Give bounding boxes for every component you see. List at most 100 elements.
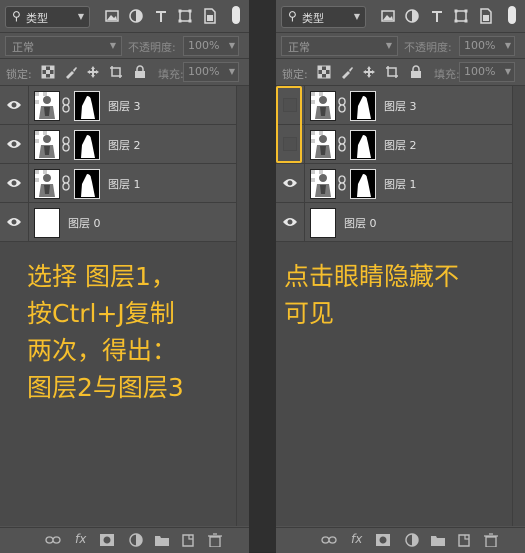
eye-icon[interactable] xyxy=(6,138,22,150)
delete-icon[interactable] xyxy=(207,533,223,547)
annotation-line: 选择 图层1， xyxy=(27,262,176,291)
blend-mode-select[interactable]: 正常 ▼ xyxy=(281,36,398,56)
chevron-down-icon: ▼ xyxy=(353,12,360,21)
eye-icon[interactable] xyxy=(6,216,22,228)
layer-name: 图层 0 xyxy=(344,217,377,230)
layer-mask-thumbnail[interactable] xyxy=(350,130,376,160)
scrollbar[interactable] xyxy=(512,86,525,526)
lock-label: 锁定: xyxy=(6,68,32,81)
layer-mask-thumbnail[interactable] xyxy=(74,130,100,160)
layer-row-1[interactable]: 图层 1 xyxy=(276,164,512,203)
panel-empty-area: 点击眼睛隐藏不 可见 xyxy=(276,242,512,526)
layer-row-2[interactable]: 图层 2 xyxy=(0,125,236,164)
panel-divider xyxy=(249,0,276,552)
smart-object-filter-icon[interactable] xyxy=(478,8,494,24)
visibility-toggle[interactable] xyxy=(276,203,305,241)
layer-thumbnail xyxy=(310,169,336,199)
visibility-toggle[interactable] xyxy=(0,203,29,241)
chevron-down-icon: ▼ xyxy=(504,41,511,50)
delete-icon[interactable] xyxy=(483,533,499,547)
chevron-down-icon: ▼ xyxy=(504,67,511,76)
filter-bar: ⚲ 类型 ▼ xyxy=(0,0,249,33)
lock-position-icon[interactable] xyxy=(86,65,100,79)
layer-mask-thumbnail[interactable] xyxy=(350,91,376,121)
layer-thumbnail xyxy=(34,91,60,121)
layer-row-0[interactable]: 图层 0 xyxy=(0,203,236,242)
opacity-input[interactable]: 100% ▼ xyxy=(459,36,515,56)
adjustment-layer-icon[interactable] xyxy=(128,533,144,547)
shape-filter-icon[interactable] xyxy=(177,8,193,24)
adjustment-filter-icon[interactable] xyxy=(128,8,144,24)
chevron-down-icon: ▼ xyxy=(228,67,235,76)
link-layers-icon[interactable] xyxy=(321,533,337,547)
adjustment-filter-icon[interactable] xyxy=(404,8,420,24)
layer-mask-thumbnail[interactable] xyxy=(350,169,376,199)
eye-icon[interactable] xyxy=(282,216,298,228)
shape-filter-icon[interactable] xyxy=(453,8,469,24)
lock-image-pixels-icon[interactable] xyxy=(340,65,354,79)
visibility-toggle[interactable] xyxy=(0,86,29,124)
lock-transparent-pixels-icon[interactable] xyxy=(41,65,55,79)
lock-position-icon[interactable] xyxy=(362,65,376,79)
layer-row-3[interactable]: 图层 3 xyxy=(0,86,236,125)
filter-type-select[interactable]: ⚲ 类型 ▼ xyxy=(5,6,90,28)
layer-row-0[interactable]: 图层 0 xyxy=(276,203,512,242)
fill-input[interactable]: 100% ▼ xyxy=(183,62,239,82)
eye-icon[interactable] xyxy=(282,177,298,189)
link-icon[interactable] xyxy=(61,136,71,152)
fx-icon[interactable]: fx xyxy=(75,532,86,546)
blend-mode-select[interactable]: 正常 ▼ xyxy=(5,36,122,56)
visibility-toggle[interactable] xyxy=(276,164,305,202)
layer-mask-thumbnail[interactable] xyxy=(74,91,100,121)
adjustment-layer-icon[interactable] xyxy=(404,533,420,547)
layer-thumbnail xyxy=(34,169,60,199)
smart-object-filter-icon[interactable] xyxy=(202,8,218,24)
group-icon[interactable] xyxy=(430,533,446,547)
panel-empty-area: 选择 图层1， 按Ctrl+J复制 两次，得出： 图层2与图层3 xyxy=(0,242,236,526)
lock-image-pixels-icon[interactable] xyxy=(64,65,78,79)
filter-toggle[interactable] xyxy=(508,6,516,24)
layer-row-3[interactable]: 图层 3 xyxy=(276,86,512,125)
link-icon[interactable] xyxy=(337,136,347,152)
link-icon[interactable] xyxy=(337,97,347,113)
add-mask-icon[interactable] xyxy=(99,533,115,547)
image-filter-icon[interactable] xyxy=(104,8,120,24)
type-filter-icon[interactable] xyxy=(429,8,445,24)
visibility-toggle[interactable] xyxy=(0,164,29,202)
group-icon[interactable] xyxy=(154,533,170,547)
opacity-value: 100% xyxy=(188,39,220,52)
layer-mask-thumbnail[interactable] xyxy=(74,169,100,199)
new-layer-icon[interactable] xyxy=(180,533,196,547)
lock-artboard-icon[interactable] xyxy=(109,65,123,79)
eye-icon[interactable] xyxy=(6,177,22,189)
blend-mode-label: 正常 xyxy=(12,41,34,54)
lock-transparent-pixels-icon[interactable] xyxy=(317,65,331,79)
layer-row-1[interactable]: 图层 1 xyxy=(0,164,236,203)
visibility-toggle[interactable] xyxy=(0,125,29,163)
eye-icon[interactable] xyxy=(6,99,22,111)
image-filter-icon[interactable] xyxy=(380,8,396,24)
link-layers-icon[interactable] xyxy=(45,533,61,547)
new-layer-icon[interactable] xyxy=(456,533,472,547)
lock-artboard-icon[interactable] xyxy=(385,65,399,79)
opacity-label: 不透明度: xyxy=(128,41,176,54)
filter-toggle[interactable] xyxy=(232,6,240,24)
opacity-value: 100% xyxy=(464,39,496,52)
fill-label: 填充: xyxy=(434,68,460,81)
lock-all-icon[interactable] xyxy=(133,65,147,79)
annotation-text: 点击眼睛隐藏不 可见 xyxy=(284,258,459,332)
opacity-input[interactable]: 100% ▼ xyxy=(183,36,239,56)
scrollbar[interactable] xyxy=(236,86,250,526)
lock-all-icon[interactable] xyxy=(409,65,423,79)
fx-icon[interactable]: fx xyxy=(351,532,362,546)
filter-type-select[interactable]: ⚲ 类型 ▼ xyxy=(281,6,366,28)
layer-row-2[interactable]: 图层 2 xyxy=(276,125,512,164)
layer-name: 图层 1 xyxy=(108,178,141,191)
add-mask-icon[interactable] xyxy=(375,533,391,547)
type-filter-icon[interactable] xyxy=(153,8,169,24)
link-icon[interactable] xyxy=(61,97,71,113)
annotation-line: 点击眼睛隐藏不 xyxy=(284,262,460,291)
fill-input[interactable]: 100% ▼ xyxy=(459,62,515,82)
link-icon[interactable] xyxy=(61,175,71,191)
link-icon[interactable] xyxy=(337,175,347,191)
